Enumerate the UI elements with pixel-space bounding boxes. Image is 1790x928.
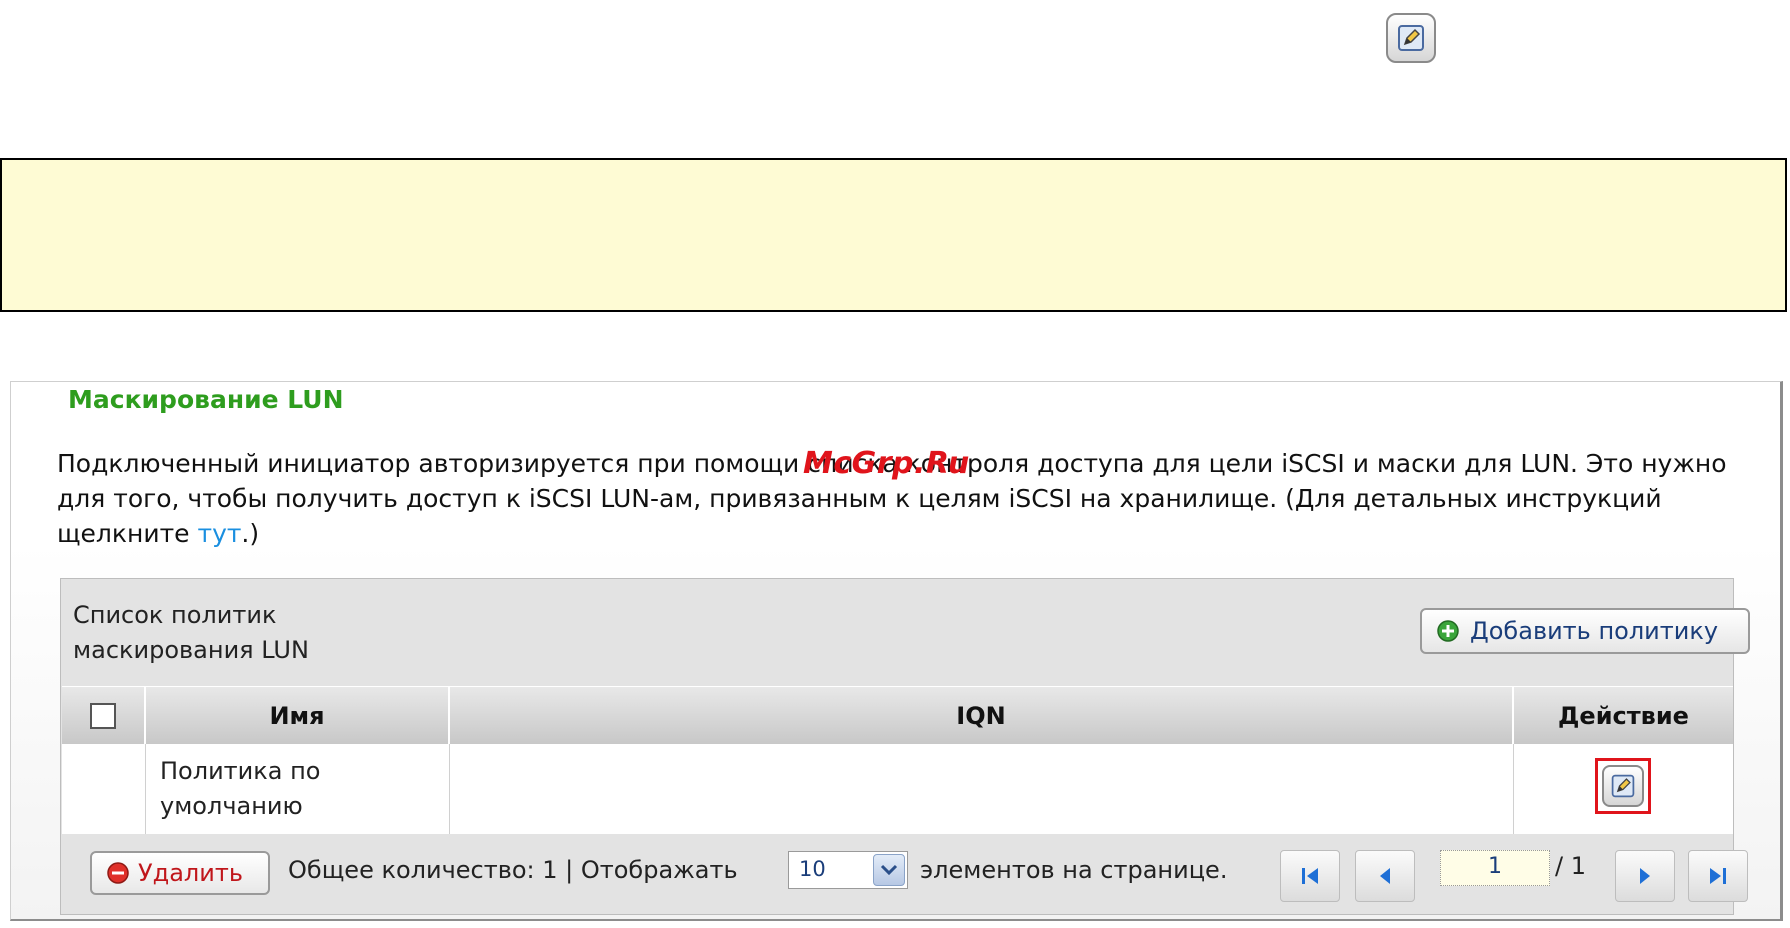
- edit-icon: [1398, 25, 1424, 51]
- header-action: Действие: [1558, 701, 1689, 730]
- row-name-line2: умолчанию: [160, 792, 303, 820]
- first-page-icon: [1302, 868, 1318, 884]
- prev-page-button[interactable]: [1355, 850, 1415, 902]
- per-page-value: 10: [799, 857, 826, 881]
- list-title: Список политик маскирования LUN: [73, 598, 309, 668]
- total-pages-text: / 1: [1555, 852, 1586, 880]
- header-name: Имя: [146, 687, 450, 744]
- row-name-line1: Политика по: [160, 757, 321, 785]
- per-page-select[interactable]: 10: [788, 851, 908, 889]
- edit-policy-button[interactable]: [1602, 765, 1644, 807]
- add-policy-button[interactable]: Добавить политику: [1420, 608, 1750, 654]
- row-name-cell: Политика по умолчанию: [146, 744, 450, 834]
- header-select-all: [62, 687, 146, 744]
- prev-page-icon: [1380, 868, 1390, 884]
- note-box: [0, 158, 1787, 312]
- delete-button[interactable]: Удалить: [90, 851, 270, 895]
- list-title-line1: Список политик: [73, 601, 277, 629]
- edit-button-top[interactable]: [1386, 13, 1436, 63]
- plus-circle-icon: [1437, 620, 1459, 642]
- add-policy-label: Добавить политику: [1470, 617, 1719, 645]
- row-select-cell: [62, 744, 146, 834]
- page-number-input[interactable]: 1: [1440, 850, 1550, 886]
- watermark: McGrp.Ru: [803, 446, 970, 481]
- first-page-button[interactable]: [1280, 850, 1340, 902]
- help-link[interactable]: тут: [198, 519, 242, 548]
- edit-icon: [1611, 774, 1635, 798]
- minus-circle-icon: [107, 862, 129, 884]
- header-iqn: IQN: [450, 687, 1514, 744]
- table-header: Имя IQN Действие: [62, 686, 1733, 744]
- delete-label: Удалить: [138, 859, 243, 887]
- description-tail: .): [241, 519, 260, 548]
- per-page-dropdown[interactable]: [873, 854, 905, 886]
- per-page-suffix: элементов на странице.: [920, 856, 1228, 884]
- select-all-checkbox[interactable]: [90, 702, 116, 729]
- row-action-cell: [1514, 744, 1733, 834]
- list-title-line2: маскирования LUN: [73, 636, 309, 664]
- next-page-icon: [1640, 868, 1650, 884]
- next-page-button[interactable]: [1615, 850, 1675, 902]
- table-row: Политика по умолчанию: [62, 744, 1733, 834]
- last-page-button[interactable]: [1688, 850, 1748, 902]
- total-count-text: Общее количество: 1 | Отображать: [288, 856, 738, 884]
- last-page-icon: [1710, 868, 1726, 884]
- chevron-down-icon: [880, 864, 898, 876]
- section-legend: Маскирование LUN: [58, 385, 354, 414]
- row-iqn-cell: [450, 744, 1514, 834]
